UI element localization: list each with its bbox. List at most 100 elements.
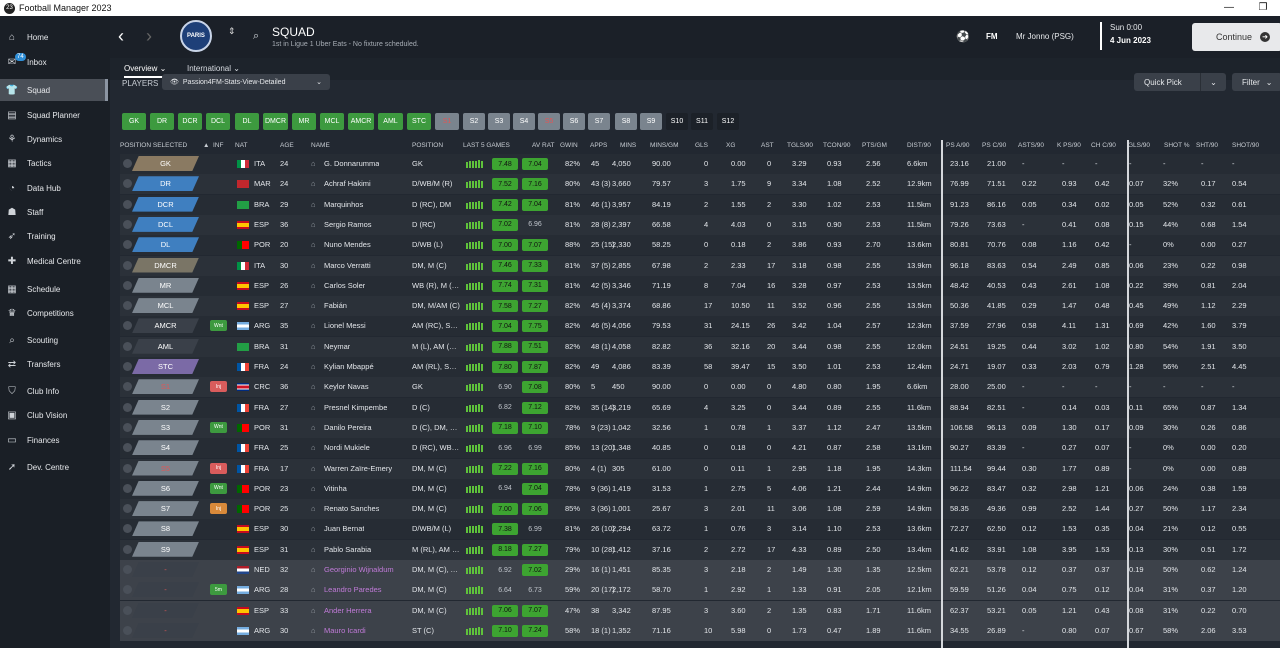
column-header[interactable]: PS C/90 bbox=[982, 142, 1006, 149]
player-name[interactable]: Danilo Pereira bbox=[324, 423, 372, 432]
column-header[interactable]: SHOT % bbox=[1164, 142, 1190, 149]
row-select-checkbox[interactable] bbox=[123, 321, 132, 331]
position-button-s10[interactable]: S10 bbox=[666, 113, 688, 130]
row-select-checkbox[interactable] bbox=[123, 341, 132, 351]
column-header[interactable]: TGLS/90 bbox=[787, 142, 813, 149]
row-select-checkbox[interactable] bbox=[123, 402, 132, 412]
manager-icon[interactable]: ⚽ bbox=[956, 30, 970, 43]
player-name[interactable]: Renato Sanches bbox=[324, 504, 379, 513]
sidebar-item-inbox[interactable]: ✉ 74 Inbox bbox=[0, 51, 108, 73]
player-name[interactable]: Nuno Mendes bbox=[324, 240, 371, 249]
quick-pick-button[interactable]: Quick Pick ⌄ bbox=[1134, 73, 1226, 91]
position-selected-dropdown[interactable]: - bbox=[132, 602, 199, 618]
tab-international[interactable]: International ⌄ bbox=[187, 64, 240, 73]
table-row[interactable]: MCL ESP 27 ⌂ Fabián DM, M/AM (C) 7.58 7.27 82% 45… bbox=[120, 296, 1280, 317]
row-select-checkbox[interactable] bbox=[123, 504, 132, 514]
position-selected-dropdown[interactable]: DMCR bbox=[132, 257, 199, 273]
column-header[interactable]: POSITION SELECTED bbox=[120, 142, 187, 149]
position-button-s7[interactable]: S7 bbox=[588, 113, 610, 130]
row-select-checkbox[interactable] bbox=[123, 280, 132, 290]
continue-button[interactable]: Continue ➜ bbox=[1192, 23, 1280, 51]
player-name[interactable]: Georginio Wijnaldum bbox=[324, 565, 394, 574]
player-name[interactable]: Sergio Ramos bbox=[324, 220, 372, 229]
player-name[interactable]: Presnel Kimpembe bbox=[324, 403, 387, 412]
player-name[interactable]: Keylor Navas bbox=[324, 382, 369, 391]
position-button-dmcr[interactable]: DMCR bbox=[263, 113, 288, 130]
sidebar-item-staff[interactable]: ☗ Staff bbox=[0, 201, 108, 223]
sidebar-item-dynamics[interactable]: ⚘ Dynamics bbox=[0, 128, 108, 150]
tab-overview[interactable]: Overview ⌄ bbox=[124, 64, 167, 78]
position-selected-dropdown[interactable]: S6 bbox=[132, 480, 199, 496]
sidebar-item-squad[interactable]: 👕 Squad bbox=[0, 79, 108, 101]
row-select-checkbox[interactable] bbox=[123, 159, 132, 168]
column-header[interactable]: PS A/90 bbox=[946, 142, 970, 149]
view-dropdown[interactable]: 👁 Passion4FM-Stats-View-Detailed ⌄ bbox=[162, 74, 330, 90]
row-select-checkbox[interactable] bbox=[123, 260, 132, 270]
player-name[interactable]: G. Donnarumma bbox=[324, 159, 379, 168]
table-row[interactable]: -5m ARG 28 ⌂ Leandro Paredes DM, M (C) 6.64 6.7… bbox=[120, 580, 1280, 601]
position-selected-dropdown[interactable]: - bbox=[132, 622, 199, 638]
player-name[interactable]: Warren Zaïre-Emery bbox=[324, 464, 392, 473]
column-header[interactable]: AV RAT bbox=[532, 142, 555, 149]
player-name[interactable]: Achraf Hakimi bbox=[324, 179, 371, 188]
column-header[interactable]: XG bbox=[726, 142, 735, 149]
sidebar-item-training[interactable]: ➶ Training bbox=[0, 225, 108, 247]
position-button-mr[interactable]: MR bbox=[292, 113, 316, 130]
player-name[interactable]: Mauro Icardi bbox=[324, 626, 366, 635]
position-button-dr[interactable]: DR bbox=[150, 113, 174, 130]
sidebar-item-competitions[interactable]: ♛ Competitions bbox=[0, 302, 108, 324]
sidebar-item-data-hub[interactable]: ◔ Data Hub bbox=[0, 177, 108, 199]
position-button-dcl[interactable]: DCL bbox=[206, 113, 230, 130]
position-button-dl[interactable]: DL bbox=[235, 113, 259, 130]
column-header[interactable]: GLS/90 bbox=[1128, 142, 1150, 149]
position-selected-dropdown[interactable]: S2 bbox=[132, 399, 199, 415]
row-select-checkbox[interactable] bbox=[123, 524, 132, 534]
table-row[interactable]: S6 Wnt POR 23 ⌂ Vitinha DM, M (C) 6.94 7.04 78% 9 … bbox=[120, 478, 1280, 499]
player-name[interactable]: Juan Bernat bbox=[324, 524, 364, 533]
row-select-checkbox[interactable] bbox=[123, 362, 132, 371]
table-row[interactable]: -NED32⌂Georginio WijnaldumDM, M (C), AM … bbox=[120, 560, 1280, 580]
player-name[interactable]: Carlos Soler bbox=[324, 281, 365, 290]
sidebar-item-finances[interactable]: ▭ Finances bbox=[0, 429, 108, 451]
column-header[interactable]: CH C/90 bbox=[1091, 142, 1116, 149]
player-name[interactable]: Nordi Mukiele bbox=[324, 443, 370, 452]
position-selected-dropdown[interactable]: S3 bbox=[132, 419, 199, 435]
club-switch-icon[interactable]: ⇕ bbox=[228, 26, 236, 37]
row-select-checkbox[interactable] bbox=[123, 585, 132, 595]
row-select-checkbox[interactable] bbox=[123, 565, 132, 574]
player-status-badge[interactable]: Wnt bbox=[210, 320, 227, 332]
table-row[interactable]: - ARG 30 ⌂ Mauro Icardi ST (C) 7.10 7.24 58% 18 (… bbox=[120, 620, 1280, 641]
manager-name[interactable]: Mr Jonno (PSG) bbox=[1016, 32, 1074, 41]
table-row[interactable]: AML BRA 31 ⌂ Neymar M (L), AM (LC) 7.88 7.51 82%… bbox=[120, 336, 1280, 357]
player-name[interactable]: Kylian Mbappé bbox=[324, 362, 374, 371]
row-select-checkbox[interactable] bbox=[123, 382, 132, 392]
position-button-aml[interactable]: AML bbox=[378, 113, 403, 130]
position-selected-dropdown[interactable]: GK bbox=[132, 156, 199, 171]
player-name[interactable]: Neymar bbox=[324, 342, 350, 351]
column-header[interactable]: MINS bbox=[620, 142, 636, 149]
row-select-checkbox[interactable] bbox=[123, 199, 132, 209]
position-selected-dropdown[interactable]: MR bbox=[132, 277, 199, 293]
column-header[interactable]: DIST/90 bbox=[907, 142, 931, 149]
position-selected-dropdown[interactable]: MCL bbox=[132, 298, 199, 314]
row-select-checkbox[interactable] bbox=[123, 179, 132, 189]
column-header[interactable]: GWIN bbox=[560, 142, 578, 149]
position-selected-dropdown[interactable]: DCR bbox=[132, 196, 199, 212]
row-select-checkbox[interactable] bbox=[123, 483, 132, 493]
table-row[interactable]: S8 ESP 30 ⌂ Juan Bernat D/WB/M (L) 7.38 6.99 81%… bbox=[120, 519, 1280, 540]
table-row[interactable]: S7 Inj POR 25 ⌂ Renato Sanches DM, M (C) 7.00 7.… bbox=[120, 499, 1280, 520]
player-name[interactable]: Marquinhos bbox=[324, 200, 363, 209]
position-button-s6[interactable]: S6 bbox=[563, 113, 585, 130]
club-crest[interactable]: PARIS bbox=[180, 20, 212, 52]
table-row[interactable]: S5 Inj FRA 17 ⌂ Warren Zaïre-Emery DM, M (C) 7.… bbox=[120, 458, 1280, 479]
column-header[interactable]: NAME bbox=[311, 142, 330, 149]
position-selected-dropdown[interactable]: DR bbox=[132, 176, 199, 192]
column-header[interactable]: SHOT/90 bbox=[1232, 142, 1259, 149]
forward-button[interactable]: › bbox=[146, 26, 152, 47]
sidebar-item-club-vision[interactable]: ▣ Club Vision bbox=[0, 404, 108, 426]
position-button-s1[interactable]: S1 bbox=[435, 113, 459, 130]
position-button-s12[interactable]: S12 bbox=[717, 113, 739, 130]
row-select-checkbox[interactable] bbox=[123, 240, 132, 250]
minimize-button[interactable]: — bbox=[1212, 0, 1246, 16]
player-name[interactable]: Pablo Sarabia bbox=[324, 545, 371, 554]
